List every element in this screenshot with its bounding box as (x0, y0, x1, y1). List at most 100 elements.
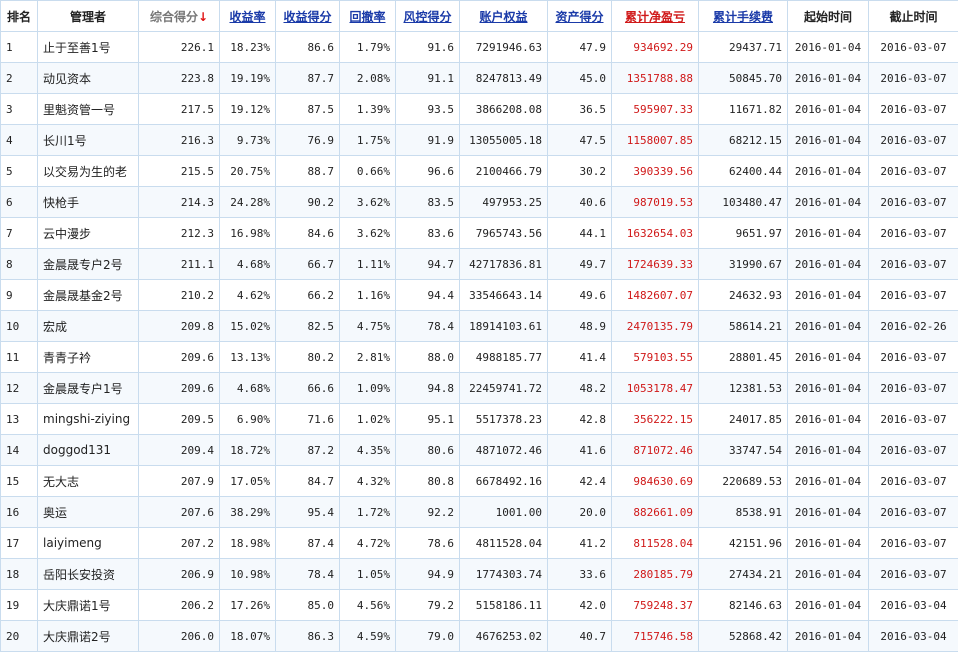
col-fees-header[interactable]: 累计手续费 (699, 1, 788, 32)
col-net-pnl-header[interactable]: 累计净盈亏 (612, 1, 699, 32)
col-equity-cell: 4811528.04 (460, 528, 548, 559)
col-drawdown-rate-cell: 4.75% (340, 311, 396, 342)
col-return-rate-label: 收益率 (229, 10, 265, 24)
col-return-rate-cell: 17.05% (220, 466, 276, 497)
col-equity-cell: 18914103.61 (460, 311, 548, 342)
col-drawdown-rate-cell: 1.11% (340, 249, 396, 280)
col-net-pnl-cell: 579103.55 (612, 342, 699, 373)
col-asset-score-cell: 47.9 (548, 32, 612, 63)
col-net-pnl-cell: 811528.04 (612, 528, 699, 559)
col-return-score-cell: 85.0 (276, 590, 340, 621)
col-return-rate-cell: 9.73% (220, 125, 276, 156)
col-end-date-cell: 2016-03-07 (869, 218, 958, 249)
col-drawdown-rate-cell: 4.59% (340, 621, 396, 652)
col-net-pnl-cell: 1351788.88 (612, 63, 699, 94)
col-net-pnl-cell: 390339.56 (612, 156, 699, 187)
col-total-score-cell: 206.9 (139, 559, 220, 590)
col-start-date-cell: 2016-01-04 (788, 218, 869, 249)
col-asset-score-cell: 47.5 (548, 125, 612, 156)
col-fees-cell: 29437.71 (699, 32, 788, 63)
col-return-score-cell: 90.2 (276, 187, 340, 218)
col-rank-cell: 20 (1, 621, 38, 652)
col-return-score-cell: 87.2 (276, 435, 340, 466)
col-fees-cell: 50845.70 (699, 63, 788, 94)
table-row: 10宏成209.815.02%82.54.75%78.418914103.614… (1, 311, 958, 342)
col-risk-score-header[interactable]: 风控得分 (396, 1, 460, 32)
col-start-date-cell: 2016-01-04 (788, 125, 869, 156)
table-row: 8金晨晟专户2号211.14.68%66.71.11%94.742717836.… (1, 249, 958, 280)
col-asset-score-header[interactable]: 资产得分 (548, 1, 612, 32)
col-risk-score-cell: 83.6 (396, 218, 460, 249)
table-row: 7云中漫步212.316.98%84.63.62%83.67965743.564… (1, 218, 958, 249)
col-return-rate-cell: 13.13% (220, 342, 276, 373)
col-return-rate-cell: 19.12% (220, 94, 276, 125)
col-risk-score-cell: 78.4 (396, 311, 460, 342)
col-fees-cell: 9651.97 (699, 218, 788, 249)
col-manager-cell: 里魁资管一号 (38, 94, 139, 125)
col-end-date-cell: 2016-03-07 (869, 404, 958, 435)
col-end-date-cell: 2016-03-07 (869, 466, 958, 497)
col-net-pnl-cell: 759248.37 (612, 590, 699, 621)
col-end-date-cell: 2016-03-07 (869, 497, 958, 528)
col-end-date-cell: 2016-03-07 (869, 125, 958, 156)
col-risk-score-cell: 79.2 (396, 590, 460, 621)
col-drawdown-rate-cell: 1.02% (340, 404, 396, 435)
col-risk-score-cell: 88.0 (396, 342, 460, 373)
col-rank-cell: 19 (1, 590, 38, 621)
col-risk-score-label: 风控得分 (403, 10, 451, 24)
col-total-score-header[interactable]: 综合得分↓ (139, 1, 220, 32)
col-risk-score-cell: 94.8 (396, 373, 460, 404)
col-equity-cell: 4676253.02 (460, 621, 548, 652)
col-total-score-cell: 209.4 (139, 435, 220, 466)
col-risk-score-cell: 95.1 (396, 404, 460, 435)
col-drawdown-rate-cell: 4.35% (340, 435, 396, 466)
col-return-score-cell: 82.5 (276, 311, 340, 342)
col-return-rate-cell: 4.68% (220, 249, 276, 280)
header-row: 排名管理者综合得分↓收益率收益得分回撤率风控得分账户权益资产得分累计净盈亏累计手… (1, 1, 958, 32)
table-row: 5以交易为生的老215.520.75%88.70.66%96.62100466.… (1, 156, 958, 187)
col-drawdown-rate-cell: 1.09% (340, 373, 396, 404)
col-drawdown-rate-header[interactable]: 回撤率 (340, 1, 396, 32)
col-end-date-cell: 2016-03-07 (869, 187, 958, 218)
col-return-rate-header[interactable]: 收益率 (220, 1, 276, 32)
col-equity-header[interactable]: 账户权益 (460, 1, 548, 32)
col-start-date-cell: 2016-01-04 (788, 280, 869, 311)
col-fees-cell: 68212.15 (699, 125, 788, 156)
col-asset-score-cell: 20.0 (548, 497, 612, 528)
col-fees-cell: 24632.93 (699, 280, 788, 311)
col-drawdown-rate-cell: 1.72% (340, 497, 396, 528)
col-total-score-cell: 209.6 (139, 373, 220, 404)
col-net-pnl-cell: 1724639.33 (612, 249, 699, 280)
col-fees-cell: 11671.82 (699, 94, 788, 125)
col-equity-cell: 7291946.63 (460, 32, 548, 63)
col-total-score-cell: 206.0 (139, 621, 220, 652)
col-equity-cell: 13055005.18 (460, 125, 548, 156)
table-row: 11青青子衿209.613.13%80.22.81%88.04988185.77… (1, 342, 958, 373)
col-start-date-cell: 2016-01-04 (788, 373, 869, 404)
col-return-score-label: 收益得分 (283, 10, 331, 24)
col-asset-score-cell: 45.0 (548, 63, 612, 94)
col-asset-score-cell: 48.2 (548, 373, 612, 404)
col-asset-score-cell: 30.2 (548, 156, 612, 187)
col-risk-score-cell: 91.6 (396, 32, 460, 63)
col-return-rate-cell: 20.75% (220, 156, 276, 187)
col-asset-score-cell: 42.8 (548, 404, 612, 435)
table-row: 15无大志207.917.05%84.74.32%80.86678492.164… (1, 466, 958, 497)
col-manager-cell: 金晨晟基金2号 (38, 280, 139, 311)
col-manager-cell: laiyimeng (38, 528, 139, 559)
col-manager-cell: doggod131 (38, 435, 139, 466)
col-return-rate-cell: 18.07% (220, 621, 276, 652)
col-return-rate-cell: 17.26% (220, 590, 276, 621)
col-end-date-cell: 2016-03-07 (869, 435, 958, 466)
col-equity-cell: 8247813.49 (460, 63, 548, 94)
col-drawdown-rate-label: 回撤率 (349, 10, 385, 24)
col-total-score-cell: 207.9 (139, 466, 220, 497)
col-return-score-header[interactable]: 收益得分 (276, 1, 340, 32)
col-end-date-cell: 2016-02-26 (869, 311, 958, 342)
table-body: 1止于至善1号226.118.23%86.61.79%91.67291946.6… (1, 32, 958, 652)
col-drawdown-rate-cell: 3.62% (340, 187, 396, 218)
col-return-score-cell: 95.4 (276, 497, 340, 528)
table-row: 14doggod131209.418.72%87.24.35%80.648710… (1, 435, 958, 466)
col-total-score-cell: 223.8 (139, 63, 220, 94)
col-rank-cell: 12 (1, 373, 38, 404)
